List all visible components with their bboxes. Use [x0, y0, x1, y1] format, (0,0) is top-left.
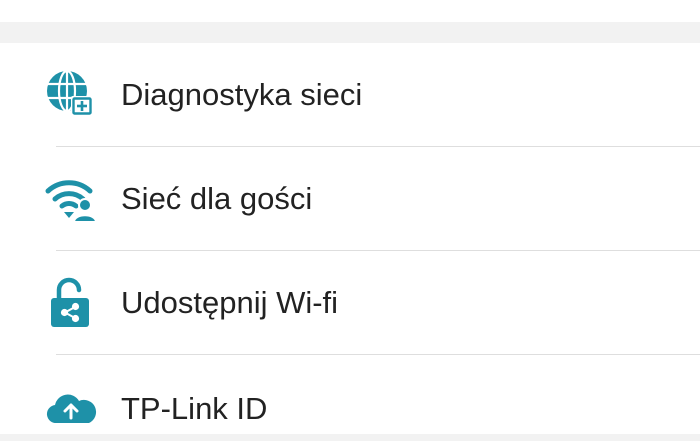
- menu-item-label: Sieć dla gości: [121, 181, 313, 216]
- menu-item-label: TP-Link ID: [121, 391, 268, 426]
- menu-item-tp-link-id[interactable]: TP-Link ID: [0, 355, 700, 441]
- globe-diagnostics-icon: [47, 69, 93, 116]
- menu-item-label: Udostępnij Wi-fi: [121, 285, 339, 320]
- menu-item-label: Diagnostyka sieci: [121, 77, 363, 112]
- menu-item-guest-network[interactable]: Sieć dla gości: [0, 147, 700, 250]
- menu-item-share-wifi[interactable]: Udostępnij Wi-fi: [0, 251, 700, 354]
- cloud-upload-icon: [46, 394, 97, 424]
- menu-item-network-diagnostics[interactable]: Diagnostyka sieci: [0, 43, 700, 146]
- settings-screen: Diagnostyka sieci Sieć dla gości Udostęp…: [0, 0, 700, 441]
- menu-list: Diagnostyka sieci Sieć dla gości Udostęp…: [0, 43, 700, 441]
- section-separator: [0, 22, 700, 43]
- unlock-share-icon: [51, 277, 89, 327]
- section-separator: [0, 434, 700, 441]
- wifi-guest-icon: [45, 180, 97, 223]
- header-area: [0, 0, 700, 22]
